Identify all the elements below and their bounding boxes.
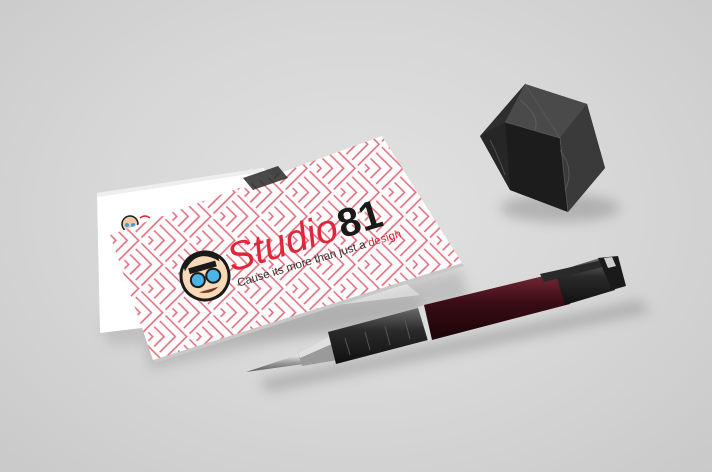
marble-polyhedron: [480, 83, 605, 213]
mockup-scene: Studio81 Cause its more than just a desi…: [97, 83, 650, 392]
